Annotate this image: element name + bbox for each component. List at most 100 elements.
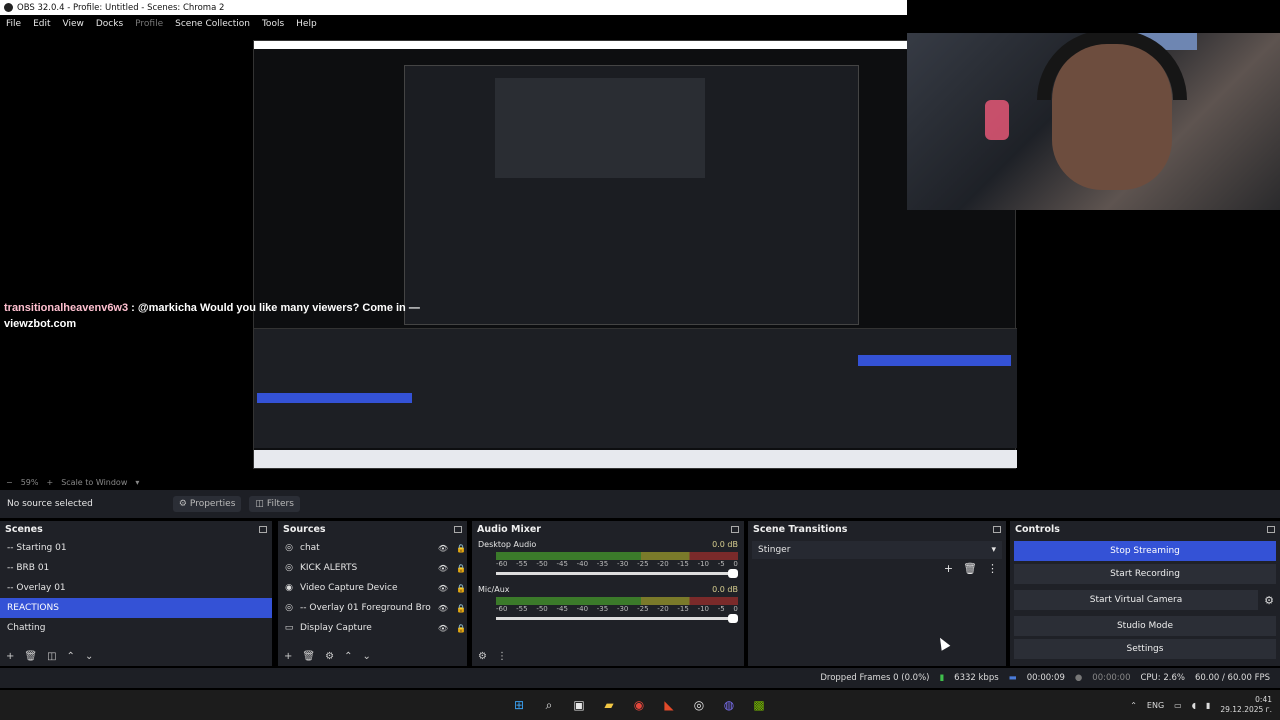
- chevron-up-icon[interactable]: ⌃: [1130, 701, 1137, 710]
- move-down-icon[interactable]: ⌄: [85, 651, 93, 662]
- controls-dock: Controls Stop Streaming Start Recording …: [1010, 521, 1280, 666]
- trash-icon[interactable]: 🗑: [24, 651, 37, 662]
- obs-icon[interactable]: ◎: [690, 696, 708, 714]
- preview-canvas[interactable]: transitionalheavenv6w3 : @markicha Would…: [0, 33, 1280, 475]
- menu-edit[interactable]: Edit: [33, 19, 50, 29]
- eye-icon[interactable]: 👁: [437, 544, 449, 553]
- globe-icon: ◎: [285, 603, 293, 613]
- media-app-icon[interactable]: ◣: [660, 696, 678, 714]
- speaker-icon[interactable]: ◖: [1192, 701, 1196, 710]
- start-recording-button[interactable]: Start Recording: [1014, 564, 1276, 584]
- volume-slider[interactable]: [496, 569, 738, 578]
- scene-item[interactable]: -- Starting 01: [0, 538, 272, 558]
- filter-icon[interactable]: ◫: [47, 651, 56, 662]
- lock-icon[interactable]: 🔒: [455, 624, 467, 633]
- search-icon[interactable]: ⌕: [540, 696, 558, 714]
- menu-scene-collection[interactable]: Scene Collection: [175, 19, 250, 29]
- monitor-icon: ▭: [284, 623, 294, 633]
- network-icon[interactable]: ▭: [1174, 701, 1182, 710]
- add-icon[interactable]: +: [284, 651, 292, 662]
- source-row[interactable]: ◎ -- Overlay 01 Foreground Brow 👁 🔒: [278, 598, 467, 618]
- source-row[interactable]: ◎ chat 👁 🔒: [278, 538, 467, 558]
- trash-icon[interactable]: 🗑: [963, 562, 977, 575]
- menu-file[interactable]: File: [6, 19, 21, 29]
- scenes-title: Scenes: [5, 524, 43, 535]
- scene-item[interactable]: -- BRB 01: [0, 558, 272, 578]
- zoom-mode[interactable]: Scale to Window: [61, 478, 127, 487]
- popout-icon[interactable]: [993, 526, 1001, 533]
- source-row[interactable]: ▭ Display Capture 👁 🔒: [278, 618, 467, 638]
- eye-icon[interactable]: 👁: [437, 564, 449, 573]
- chat-username: transitionalheavenv6w3: [4, 302, 129, 314]
- gear-icon[interactable]: ⚙: [1258, 594, 1280, 607]
- mixer-channel: Desktop Audio 0.0 dB -60 -55 -50 -45 -40 -35 -3…: [472, 538, 744, 578]
- popout-icon[interactable]: [731, 526, 739, 533]
- obs-logo-icon: [4, 3, 13, 12]
- popout-icon[interactable]: [259, 526, 267, 533]
- lock-icon[interactable]: 🔒: [455, 604, 467, 613]
- move-down-icon[interactable]: ⌄: [362, 651, 370, 662]
- chrome-icon[interactable]: ◉: [630, 696, 648, 714]
- transition-select[interactable]: Stinger ▾: [752, 541, 1002, 559]
- language-indicator[interactable]: ENG: [1147, 701, 1164, 710]
- eye-icon[interactable]: 👁: [437, 604, 449, 613]
- scene-item-selected[interactable]: REACTIONS: [0, 598, 272, 618]
- chat-app-icon[interactable]: ◍: [720, 696, 738, 714]
- stream-icon: ▬: [1008, 673, 1017, 683]
- add-icon[interactable]: +: [944, 562, 953, 575]
- settings-button[interactable]: Settings: [1014, 639, 1276, 659]
- filters-button[interactable]: ◫ Filters: [249, 496, 300, 512]
- signal-icon: ▮: [939, 673, 945, 683]
- popout-icon[interactable]: [1267, 526, 1275, 533]
- move-up-icon[interactable]: ⌃: [344, 651, 352, 662]
- volume-knob[interactable]: [728, 614, 738, 623]
- studio-mode-button[interactable]: Studio Mode: [1014, 616, 1276, 636]
- volume-slider[interactable]: [496, 614, 738, 623]
- zoom-out-icon[interactable]: −: [6, 478, 13, 487]
- scene-item[interactable]: Chatting: [0, 618, 272, 638]
- move-up-icon[interactable]: ⌃: [67, 651, 75, 662]
- task-view-icon[interactable]: ▣: [570, 696, 588, 714]
- controls-title: Controls: [1015, 524, 1060, 535]
- menu-view[interactable]: View: [63, 19, 84, 29]
- camera-icon: ◉: [285, 583, 293, 593]
- stop-streaming-button[interactable]: Stop Streaming: [1014, 541, 1276, 561]
- meter-ticks: -60 -55 -50 -45 -40 -35 -30 -25 -20 -15 -10 -5 0: [496, 560, 738, 568]
- start-virtual-camera-button[interactable]: Start Virtual Camera: [1014, 590, 1258, 610]
- chevron-down-icon: ▾: [991, 545, 996, 555]
- chevron-down-icon[interactable]: ▾: [135, 478, 139, 487]
- eye-icon[interactable]: 👁: [437, 584, 449, 593]
- menu-docks[interactable]: Docks: [96, 19, 123, 29]
- gear-icon[interactable]: ⚙: [325, 651, 334, 662]
- windows-start-icon[interactable]: ⊞: [510, 696, 528, 714]
- record-time: 00:00:00: [1092, 673, 1131, 683]
- scene-item[interactable]: -- Overlay 01: [0, 578, 272, 598]
- zoom-in-icon[interactable]: +: [46, 478, 53, 487]
- volume-knob[interactable]: [728, 569, 738, 578]
- transitions-title: Scene Transitions: [753, 524, 848, 535]
- add-icon[interactable]: +: [6, 651, 14, 662]
- lock-icon[interactable]: 🔒: [455, 564, 467, 573]
- mixer-settings-icon[interactable]: ⚙: [478, 651, 487, 662]
- lock-icon[interactable]: 🔒: [455, 584, 467, 593]
- trash-icon[interactable]: 🗑: [302, 651, 315, 662]
- battery-icon[interactable]: ▮: [1206, 701, 1210, 710]
- source-row[interactable]: ◎ KICK ALERTS 👁 🔒: [278, 558, 467, 578]
- eye-icon[interactable]: 👁: [437, 624, 449, 633]
- properties-button[interactable]: ⚙ Properties: [172, 496, 242, 512]
- scene-transitions-dock: Scene Transitions Stinger ▾ + 🗑 ⋮: [748, 521, 1006, 666]
- menu-tools[interactable]: Tools: [262, 19, 284, 29]
- more-icon[interactable]: ⋮: [987, 562, 998, 575]
- source-row[interactable]: ◉ Video Capture Device 👁 🔒: [278, 578, 467, 598]
- popout-icon[interactable]: [454, 526, 462, 533]
- menu-help[interactable]: Help: [296, 19, 317, 29]
- clock[interactable]: 0:41 29.12.2025 г.: [1220, 695, 1272, 715]
- file-explorer-icon[interactable]: ▰: [600, 696, 618, 714]
- menu-profile[interactable]: Profile: [135, 19, 163, 29]
- nvidia-icon[interactable]: ▩: [750, 696, 768, 714]
- bitrate: 6332 kbps: [954, 673, 999, 683]
- window-title: OBS 32.0.4 - Profile: Untitled - Scenes:…: [17, 2, 225, 13]
- filter-icon: ◫: [255, 499, 264, 509]
- more-icon[interactable]: ⋮: [497, 651, 507, 662]
- lock-icon[interactable]: 🔒: [455, 544, 467, 553]
